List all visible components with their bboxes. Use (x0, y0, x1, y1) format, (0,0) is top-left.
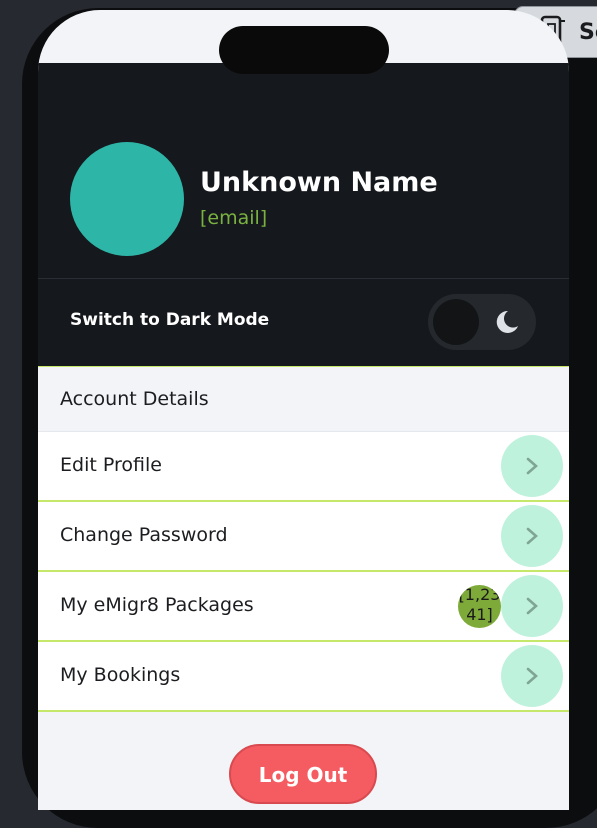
profile-email: [email] (200, 207, 268, 229)
menu-item-edit-profile[interactable]: Edit Profile (38, 432, 569, 502)
menu-item-label: Edit Profile (60, 454, 162, 476)
dark-mode-row: Switch to Dark Mode (38, 279, 569, 368)
logout-button[interactable]: Log Out (229, 744, 377, 804)
profile-name: Unknown Name (200, 167, 438, 198)
chevron-right-icon (526, 527, 538, 545)
dynamic-island (219, 26, 389, 74)
chevron-right-icon (526, 597, 538, 615)
chevron-right-icon (526, 457, 538, 475)
moon-icon (496, 310, 518, 333)
menu-item-label: Change Password (60, 524, 228, 546)
device-toolbar-label: Sc (579, 19, 597, 45)
packages-count-badge: [1,2341] (458, 585, 501, 628)
chevron-right-button[interactable] (501, 505, 563, 567)
chevron-right-button[interactable] (501, 435, 563, 497)
section-title: Account Details (38, 367, 569, 432)
toggle-knob (433, 299, 479, 345)
avatar[interactable] (70, 142, 184, 256)
section-title-text: Account Details (60, 388, 209, 410)
menu-item-label: My Bookings (60, 664, 181, 686)
menu-item-bookings[interactable]: My Bookings (38, 642, 569, 712)
menu-item-label: My eMigr8 Packages (60, 594, 254, 616)
dark-mode-toggle[interactable] (428, 294, 536, 350)
app-screen: Unknown Name [email] Switch to Dark Mode… (38, 10, 569, 810)
logout-label: Log Out (258, 763, 348, 787)
chevron-right-button[interactable] (501, 575, 563, 637)
profile-header: Unknown Name [email] (38, 63, 569, 279)
menu-item-packages[interactable]: My eMigr8 Packages [1,2341] (38, 572, 569, 642)
chevron-right-button[interactable] (501, 645, 563, 707)
dark-mode-label: Switch to Dark Mode (70, 310, 270, 330)
chevron-right-icon (526, 667, 538, 685)
menu-item-change-password[interactable]: Change Password (38, 502, 569, 572)
